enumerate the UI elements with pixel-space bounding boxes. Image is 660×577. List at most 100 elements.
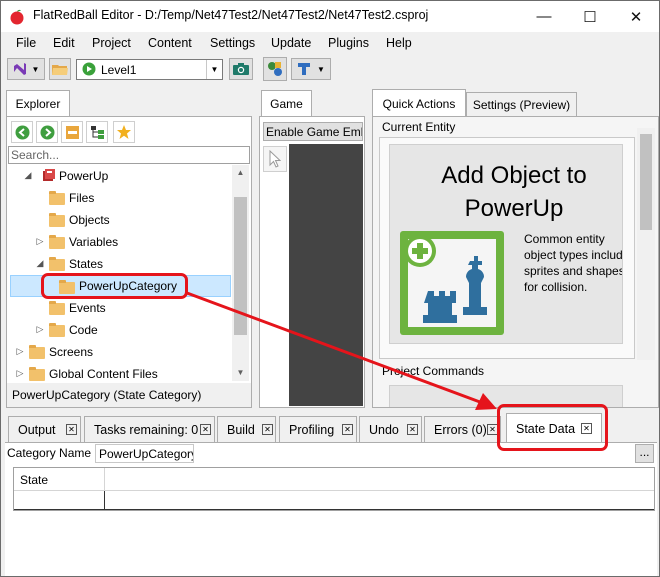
collapse-all-button[interactable] [61, 121, 83, 143]
folder-icon [49, 257, 65, 271]
tab-errors[interactable]: Errors (0) ✕ [424, 416, 501, 443]
screenshot-button[interactable] [229, 58, 253, 80]
category-name-label: Category Name [7, 446, 92, 460]
tab-profiling[interactable]: Profiling ✕ [279, 416, 357, 443]
tree-item-label: Global Content Files [49, 367, 158, 381]
star-icon [117, 125, 131, 139]
chevron-expanded-icon: ◢ [36, 258, 44, 268]
entity-tool-button[interactable] [263, 57, 287, 81]
explorer-search-input[interactable]: Search... [8, 146, 250, 164]
title-bar: FlatRedBall Editor - D:/Temp/Net47Test2/… [1, 1, 659, 32]
scroll-thumb[interactable] [640, 134, 652, 230]
game-viewport[interactable] [289, 144, 363, 406]
chevron-expanded-icon: ◢ [24, 170, 32, 180]
tree-item-files[interactable]: Files [9, 187, 231, 209]
states-grid[interactable]: State [13, 467, 655, 511]
tab-label: Tasks remaining: 0 [94, 423, 199, 437]
category-name-value: PowerUpCategory [99, 447, 194, 461]
cursor-icon [269, 150, 281, 168]
screen-selector-dropdown[interactable]: Level1 ▼ [76, 59, 223, 80]
menu-project[interactable]: Project [92, 36, 131, 50]
back-button[interactable] [11, 121, 33, 143]
tree-item-states[interactable]: ◢ States [9, 253, 231, 275]
tree-item-events[interactable]: Events [9, 297, 231, 319]
menu-edit[interactable]: Edit [53, 36, 75, 50]
folder-icon [49, 213, 65, 227]
tab-settings-preview[interactable]: Settings (Preview) [466, 92, 577, 117]
explorer-toolbar [9, 120, 249, 144]
states-grid-header: State [14, 468, 654, 491]
current-entity-header: Current Entity [382, 120, 456, 134]
chevron-right-icon: ▷ [16, 346, 24, 356]
tab-label: Build [227, 423, 255, 437]
tree-item-global-content-files[interactable]: ▷ Global Content Files [9, 363, 231, 381]
tree-item-label: Code [69, 323, 98, 337]
tree-item-powerup[interactable]: ◢ PowerUp [9, 165, 231, 187]
menu-file[interactable]: File [16, 36, 36, 50]
chevron-down-icon: ▼ [206, 60, 222, 79]
add-object-card[interactable]: Add Object to PowerUp Common entity obje… [389, 144, 623, 344]
highlight-powerupcategory [41, 273, 188, 299]
favorites-button[interactable] [113, 121, 135, 143]
tab-quick-actions[interactable]: Quick Actions [372, 89, 466, 117]
quick-actions-scrollbar[interactable] [637, 128, 655, 360]
tree-item-screens[interactable]: ▷ Screens [9, 341, 231, 363]
close-button[interactable]: ✕ [613, 1, 659, 32]
tab-tasks[interactable]: Tasks remaining: 0 ✕ [84, 416, 215, 443]
collapse-icon [65, 125, 79, 139]
play-icon [82, 62, 96, 76]
entity-icon [43, 169, 55, 181]
tree-item-label: Variables [69, 235, 119, 249]
search-placeholder: Search... [11, 148, 60, 162]
explorer-status-bar: PowerUpCategory (State Category) [7, 383, 251, 407]
tab-build[interactable]: Build ✕ [217, 416, 276, 443]
screen-selector-value: Level1 [101, 63, 137, 77]
scroll-down-icon[interactable]: ▼ [232, 365, 249, 381]
category-name-field[interactable]: PowerUpCategory [95, 444, 194, 463]
close-tab-icon[interactable]: ✕ [342, 424, 353, 435]
tree-item-label: Events [69, 301, 106, 315]
minimize-button[interactable]: — [521, 1, 567, 32]
tab-game[interactable]: Game [261, 90, 312, 117]
close-tab-icon[interactable]: ✕ [262, 424, 273, 435]
tab-undo[interactable]: Undo ✕ [359, 416, 422, 443]
forward-button[interactable] [36, 121, 58, 143]
folder-icon [49, 235, 65, 249]
tab-label: Output [18, 423, 56, 437]
menu-content[interactable]: Content [148, 36, 192, 50]
enable-game-embed-button[interactable]: Enable Game Emb [263, 122, 363, 141]
tree-structure-icon [90, 125, 104, 139]
category-options-button[interactable]: ... [635, 444, 654, 463]
add-object-icon [400, 231, 504, 335]
column-header-state[interactable]: State [20, 473, 48, 487]
close-tab-icon[interactable]: ✕ [66, 424, 77, 435]
menu-help[interactable]: Help [386, 36, 412, 50]
tab-explorer[interactable]: Explorer [6, 90, 70, 117]
close-tab-icon[interactable]: ✕ [200, 424, 211, 435]
close-tab-icon[interactable]: ✕ [407, 424, 418, 435]
tab-output[interactable]: Output ✕ [8, 416, 81, 443]
flatredball-logo-icon [10, 9, 24, 25]
menu-settings[interactable]: Settings [210, 36, 255, 50]
chevron-down-icon: ▼ [31, 64, 40, 74]
tree-item-objects[interactable]: Objects [9, 209, 231, 231]
table-row[interactable] [14, 491, 654, 510]
select-tool-button[interactable] [263, 146, 287, 172]
chevron-right-icon: ▷ [36, 236, 44, 246]
tree-view-button[interactable] [86, 121, 108, 143]
menu-plugins[interactable]: Plugins [328, 36, 369, 50]
maximize-button[interactable]: ☐ [567, 1, 613, 32]
folder-icon [49, 301, 65, 315]
visual-studio-icon [13, 63, 26, 75]
visual-studio-button[interactable]: ▼ [7, 58, 45, 80]
tree-item-code[interactable]: ▷ Code [9, 319, 231, 341]
tab-label: Profiling [289, 423, 335, 437]
open-folder-button[interactable] [49, 58, 71, 80]
scroll-thumb[interactable] [234, 197, 247, 335]
scroll-up-icon[interactable]: ▲ [232, 165, 249, 181]
text-tool-button[interactable]: ▼ [291, 58, 331, 80]
explorer-scrollbar[interactable]: ▲ ▼ [232, 165, 249, 381]
menu-update[interactable]: Update [271, 36, 311, 50]
chevron-down-icon: ▼ [317, 64, 325, 74]
tree-item-variables[interactable]: ▷ Variables [9, 231, 231, 253]
